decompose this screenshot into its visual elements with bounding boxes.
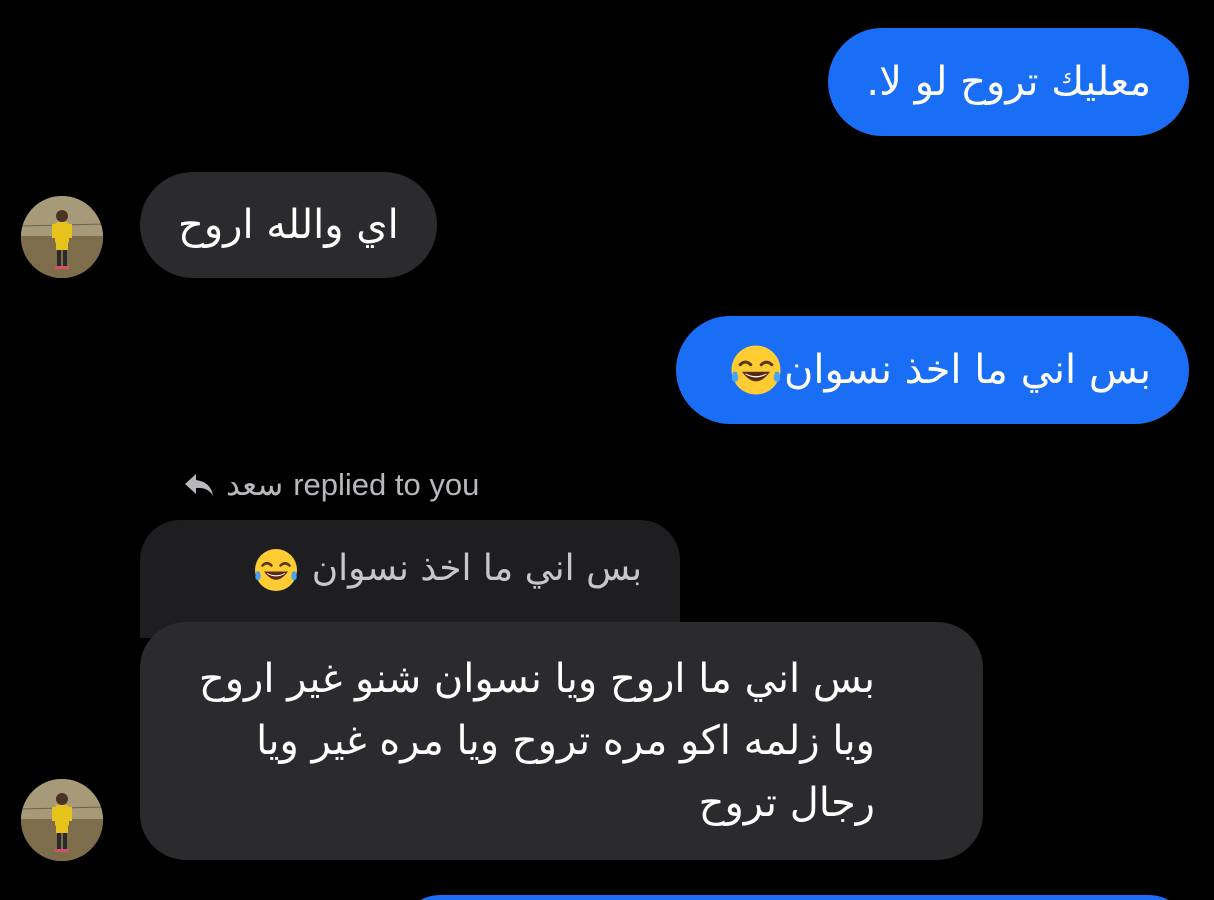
reply-indicator: سعد replied to you <box>182 462 479 508</box>
quoted-message-text: بس اني ما اخذ نسوان <box>311 548 642 589</box>
contact-avatar[interactable] <box>21 779 103 861</box>
incoming-message-bubble[interactable]: اي والله اروح <box>140 172 437 278</box>
reply-sender-name: سعد <box>226 467 284 502</box>
message-text: اي والله اروح <box>178 202 399 248</box>
incoming-reply-message-bubble[interactable]: بس اني ما اروح ويا نسوان شنو غير اروح وي… <box>140 622 983 860</box>
reply-arrow-icon <box>185 474 213 496</box>
outgoing-message-bubble-partial[interactable] <box>400 895 1189 900</box>
contact-avatar[interactable] <box>21 196 103 278</box>
outgoing-message-bubble[interactable]: معليك تروح لو لا. <box>828 28 1189 136</box>
quoted-message[interactable]: بس اني ما اخذ نسوان <box>140 520 680 638</box>
outgoing-message-bubble[interactable]: بس اني ما اخذ نسوان <box>676 316 1189 424</box>
chat-screen: معليك تروح لو لا. اي والله اروح بس اني م… <box>0 0 1214 900</box>
laughing-tears-emoji-icon <box>731 345 781 395</box>
message-text: بس اني ما اروح ويا نسوان شنو غير اروح وي… <box>198 656 875 826</box>
message-text: بس اني ما اخذ نسوان <box>784 347 1151 393</box>
laughing-tears-emoji-icon <box>255 549 298 591</box>
message-text: معليك تروح لو لا. <box>866 59 1151 105</box>
reply-label-text: replied to you <box>293 467 480 502</box>
